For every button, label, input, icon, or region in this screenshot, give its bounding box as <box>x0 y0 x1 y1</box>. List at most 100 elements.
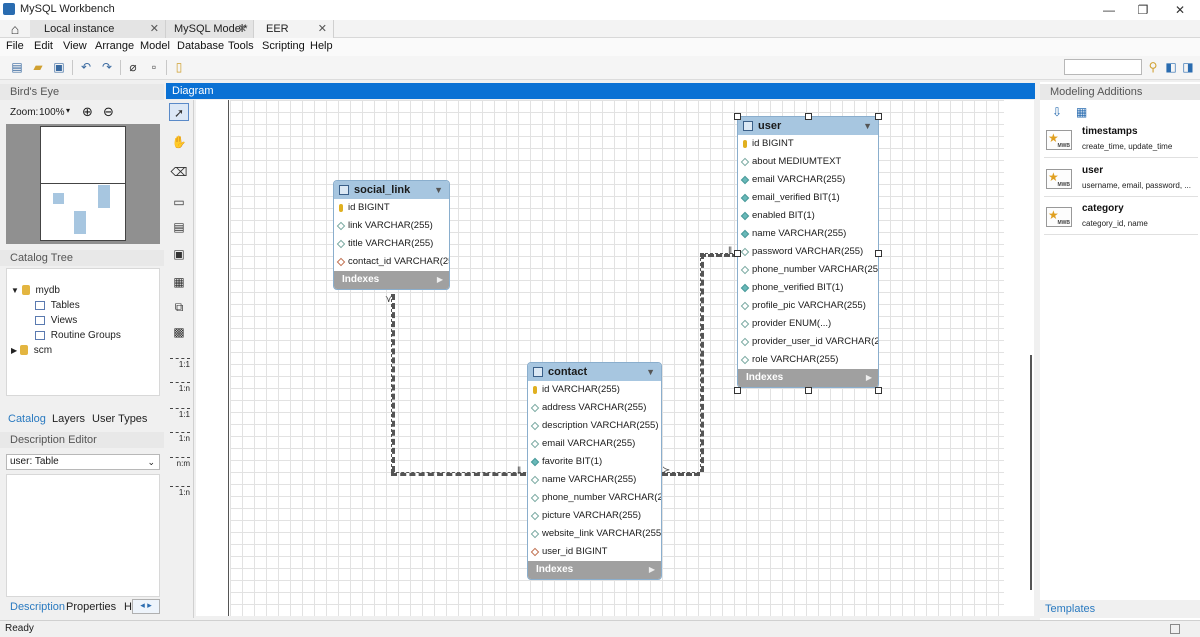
tab-mysql-model[interactable]: MySQL Model* ✕ <box>166 20 254 38</box>
relationship-line[interactable] <box>700 253 704 472</box>
column-row[interactable]: title VARCHAR(255) <box>334 235 449 253</box>
note-tool-icon[interactable]: ▤ <box>169 218 189 236</box>
tab-properties[interactable]: Properties <box>66 601 116 613</box>
tab-templates[interactable]: Templates <box>1045 603 1095 615</box>
pointer-tool-icon[interactable]: ➚ <box>169 103 189 121</box>
column-row[interactable]: phone_number VARCHAR(25... <box>528 489 661 507</box>
birds-eye-view[interactable] <box>6 124 160 244</box>
column-row[interactable]: id BIGINT <box>738 135 878 153</box>
column-row[interactable]: id VARCHAR(255) <box>528 381 661 399</box>
zoom-select[interactable]: 100% <box>39 107 65 118</box>
expand-arrow-icon[interactable]: ▶ <box>437 271 443 289</box>
resize-handle[interactable] <box>734 113 741 120</box>
entity-header[interactable]: contact ▼ <box>528 363 661 381</box>
align-icon[interactable]: ▫ <box>147 60 161 74</box>
entity-indexes-bar[interactable]: Indexes ▶ <box>334 271 449 289</box>
tree-item-views[interactable]: Views <box>35 315 77 326</box>
description-object-select[interactable]: user: Table ⌄ <box>6 454 160 470</box>
menu-tools[interactable]: Tools <box>228 40 254 52</box>
tab-layers[interactable]: Layers <box>52 413 85 425</box>
undo-icon[interactable]: ↶ <box>79 60 93 74</box>
zoom-out-icon[interactable]: ⊖ <box>103 104 114 120</box>
entity-indexes-bar[interactable]: Indexes ▶ <box>528 561 661 579</box>
close-icon[interactable]: ✕ <box>150 20 159 38</box>
column-row[interactable]: name VARCHAR(255) <box>528 471 661 489</box>
diagram-canvas[interactable]: ⋎ ‖ ≻ ‖ social_link ▼ id BIGINT link VAR… <box>196 100 1034 616</box>
zoom-in-icon[interactable]: ⊕ <box>82 104 93 120</box>
column-row[interactable]: picture VARCHAR(255) <box>528 507 661 525</box>
tree-item-scm[interactable]: ▶ scm <box>11 345 52 356</box>
relationship-1-n-icon[interactable]: 1:n <box>170 382 190 393</box>
menu-arrange[interactable]: Arrange <box>95 40 134 52</box>
toolbar-search-input[interactable] <box>1064 59 1142 75</box>
relationship-1-1-icon[interactable]: 1:1 <box>170 358 190 369</box>
search-icon[interactable]: ⚲ <box>1146 60 1160 74</box>
tab-local-instance[interactable]: Local instance MySQL80 ✕ <box>30 20 166 53</box>
column-row[interactable]: name VARCHAR(255) <box>738 225 878 243</box>
collapse-arrow-icon[interactable]: ▼ <box>434 181 443 199</box>
menu-file[interactable]: File <box>6 40 24 52</box>
relationship-n-m-icon[interactable]: n:m <box>170 457 190 468</box>
resize-handle[interactable] <box>875 387 882 394</box>
new-diagram-icon[interactable]: ▯ <box>172 60 186 74</box>
collapse-arrow-icon[interactable]: ▼ <box>863 117 872 135</box>
relationship-1-1-identifying-icon[interactable]: 1:1 <box>170 408 190 419</box>
column-row[interactable]: provider_user_id VARCHAR(25... <box>738 333 878 351</box>
column-row[interactable]: id BIGINT <box>334 199 449 217</box>
snippet-list-icon[interactable]: ▦ <box>1076 105 1087 119</box>
tab-user-types[interactable]: User Types <box>92 413 147 425</box>
home-icon[interactable]: ⌂ <box>2 20 28 38</box>
tab-history[interactable]: H <box>124 601 132 613</box>
view-tool-icon[interactable]: ⧉ <box>169 298 189 316</box>
menu-model[interactable]: Model <box>140 40 170 52</box>
close-icon[interactable]: ✕ <box>238 20 247 38</box>
entity-contact[interactable]: contact ▼ id VARCHAR(255) address VARCHA… <box>527 362 662 580</box>
column-row[interactable]: favorite BIT(1) <box>528 453 661 471</box>
column-row[interactable]: provider ENUM(...) <box>738 315 878 333</box>
resize-handle[interactable] <box>805 113 812 120</box>
minimize-button[interactable]: — <box>1094 2 1124 18</box>
relationship-line[interactable] <box>391 472 526 476</box>
entity-user[interactable]: user ▼ id BIGINT about MEDIUMTEXT email … <box>737 116 879 388</box>
table-tool-icon[interactable]: ▦ <box>169 273 189 291</box>
resize-handle[interactable] <box>734 387 741 394</box>
tab-catalog[interactable]: Catalog <box>8 413 46 425</box>
column-row[interactable]: contact_id VARCHAR(25... <box>334 253 449 271</box>
entity-header[interactable]: social_link ▼ <box>334 181 449 199</box>
entity-social-link[interactable]: social_link ▼ id BIGINT link VARCHAR(255… <box>333 180 450 290</box>
menu-view[interactable]: View <box>63 40 87 52</box>
routine-group-tool-icon[interactable]: ▩ <box>169 323 189 341</box>
toggle-grid-icon[interactable]: ⌀ <box>126 60 140 74</box>
chevron-down-icon[interactable]: ▾ <box>66 106 70 115</box>
column-row[interactable]: description VARCHAR(255) <box>528 417 661 435</box>
column-row[interactable]: phone_number VARCHAR(255) <box>738 261 878 279</box>
resize-handle[interactable] <box>875 113 882 120</box>
tree-item-routine-groups[interactable]: Routine Groups <box>35 330 121 341</box>
entity-indexes-bar[interactable]: Indexes ▶ <box>738 369 878 387</box>
column-row[interactable]: profile_pic VARCHAR(255) <box>738 297 878 315</box>
image-tool-icon[interactable]: ▣ <box>169 245 189 263</box>
column-row[interactable]: role VARCHAR(255) <box>738 351 878 369</box>
status-output-icon[interactable] <box>1170 624 1180 634</box>
column-row[interactable]: link VARCHAR(255) <box>334 217 449 235</box>
column-row[interactable]: phone_verified BIT(1) <box>738 279 878 297</box>
chevron-down-icon[interactable]: ⌄ <box>147 455 155 469</box>
relationship-existing-columns-icon[interactable]: 1:n <box>170 486 190 497</box>
menu-help[interactable]: Help <box>310 40 333 52</box>
relationship-line[interactable] <box>700 253 738 257</box>
snippet-timestamps[interactable]: ★ MWB timestamps create_time, update_time <box>1044 124 1198 158</box>
tree-item-mydb[interactable]: ▼ mydb <box>11 285 60 296</box>
import-snippet-icon[interactable]: ⇩ <box>1052 105 1062 119</box>
open-folder-icon[interactable]: ▰ <box>31 60 45 74</box>
menu-database[interactable]: Database <box>177 40 224 52</box>
tab-description[interactable]: Description <box>10 601 65 613</box>
column-row[interactable]: email VARCHAR(255) <box>738 171 878 189</box>
eraser-tool-icon[interactable]: ⌫ <box>169 163 189 181</box>
snippet-category[interactable]: ★ MWB category category_id, name <box>1044 201 1198 235</box>
resize-handle[interactable] <box>875 250 882 257</box>
relationship-1-n-identifying-icon[interactable]: 1:n <box>170 432 190 443</box>
relationship-line[interactable] <box>391 294 395 472</box>
resize-handle[interactable] <box>805 387 812 394</box>
toggle-sidebar-icon[interactable]: ◧ <box>1164 60 1178 74</box>
expand-arrow-icon[interactable]: ▶ <box>649 561 655 579</box>
